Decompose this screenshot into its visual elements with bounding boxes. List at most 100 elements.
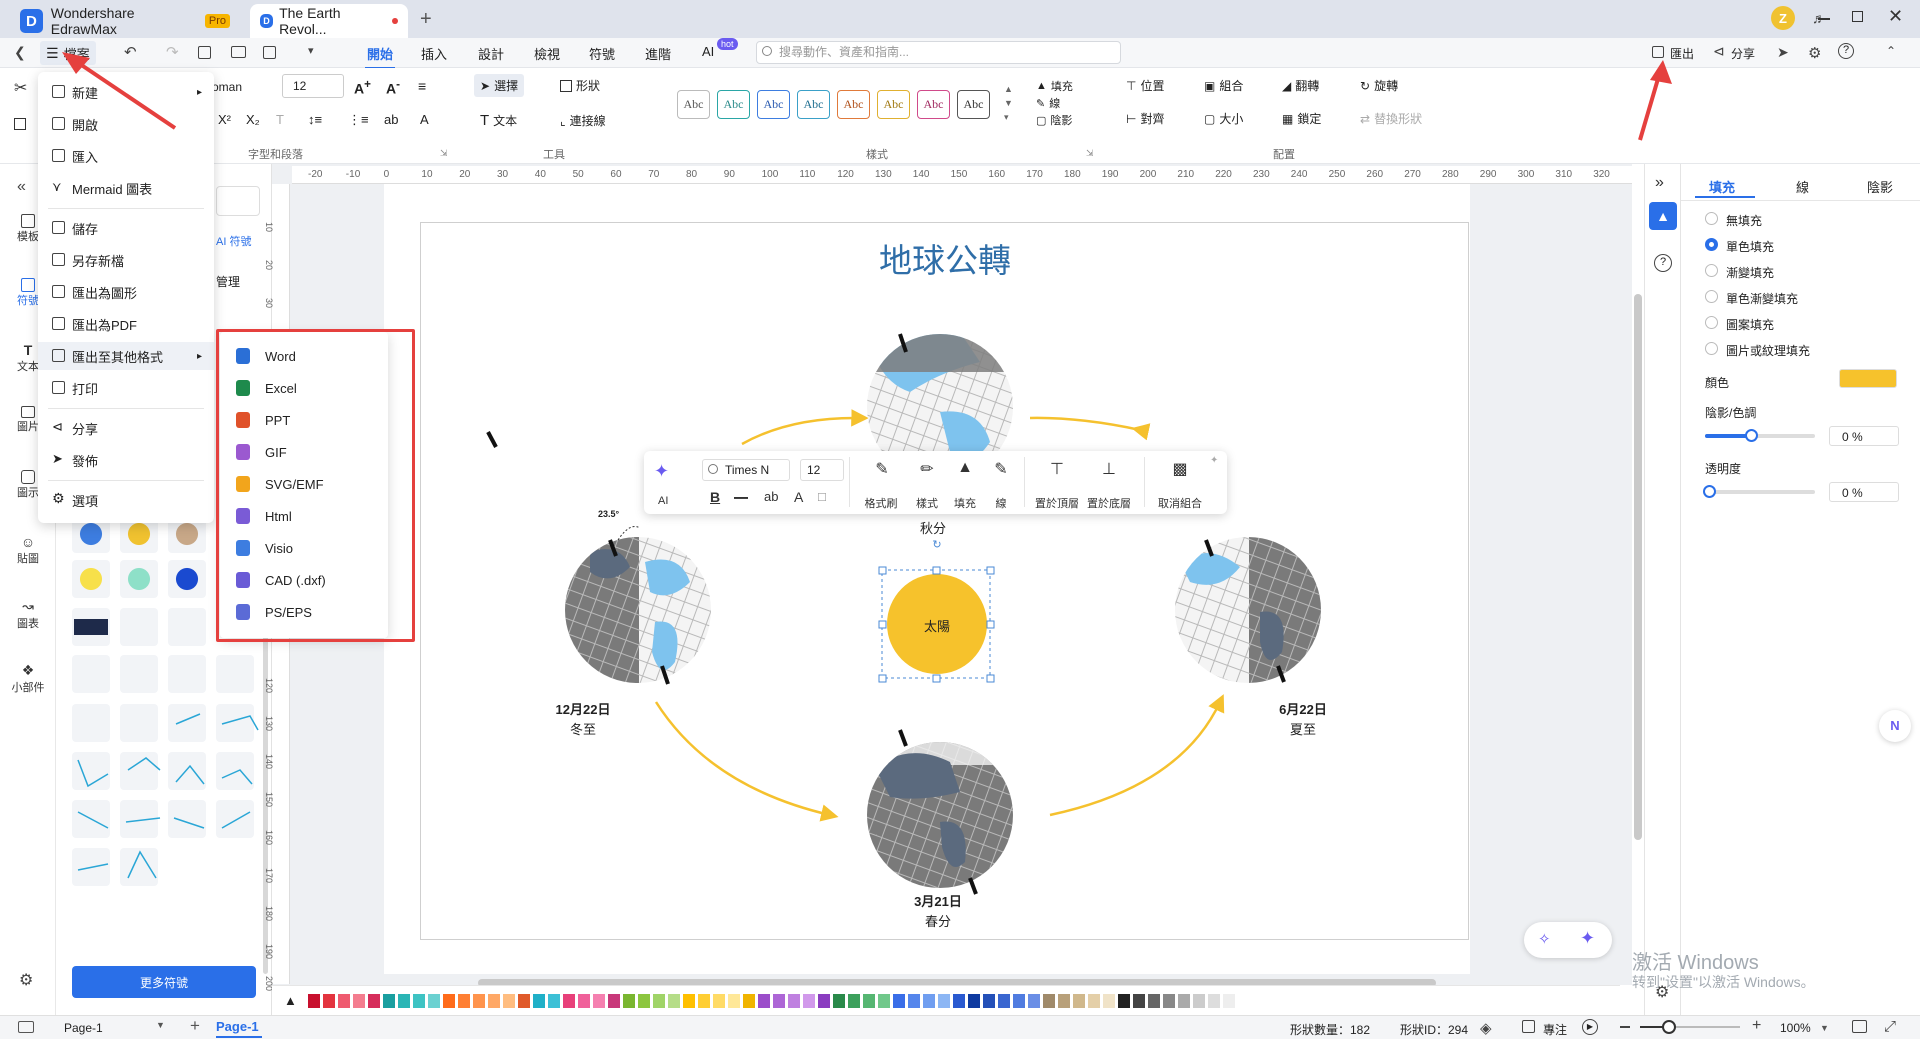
line-pen-icon[interactable]: ✎	[986, 459, 1016, 479]
tilt-angle-label[interactable]: 23.5°	[598, 509, 619, 519]
palette-swatch[interactable]	[1148, 994, 1160, 1008]
menu-save[interactable]: 儲存	[38, 214, 214, 242]
earth-summer-globe[interactable]	[1170, 532, 1330, 692]
palette-swatch[interactable]	[938, 994, 950, 1008]
palette-swatch[interactable]	[518, 994, 530, 1008]
page-list-toggle-icon[interactable]	[18, 1021, 34, 1033]
text-format-icon[interactable]: □	[818, 489, 826, 504]
ai-sparkle-icon[interactable]: ✦	[654, 461, 669, 482]
tab-view[interactable]: 檢視	[534, 44, 560, 63]
palette-swatch[interactable]	[443, 994, 455, 1008]
ai-assist-label[interactable]: AI	[658, 495, 668, 507]
line-label[interactable]: 線	[986, 495, 1016, 511]
flip-button[interactable]: ◢ 翻轉	[1282, 77, 1319, 94]
radio-texture-fill[interactable]	[1705, 342, 1718, 355]
autumn-label[interactable]: 秋分	[920, 518, 946, 537]
publish-icon[interactable]: ➤	[1777, 44, 1789, 61]
search-input[interactable]: 搜尋動作、資產和指南...	[756, 41, 1121, 64]
style-preset-5[interactable]: Abc	[837, 90, 870, 119]
export-icon[interactable]	[1652, 46, 1664, 58]
style-preset-2[interactable]: Abc	[717, 90, 750, 119]
radio-pattern-fill[interactable]	[1705, 316, 1718, 329]
summer-date-label[interactable]: 6月22日	[1268, 699, 1338, 718]
size-button[interactable]: ▢ 大小	[1204, 110, 1243, 127]
align-text-icon[interactable]: ≡	[418, 78, 426, 94]
style-preset-1[interactable]: Abc	[677, 90, 710, 119]
rotate-button[interactable]: ↻ 旋轉	[1360, 77, 1398, 94]
transparency-value-input[interactable]: 0 %	[1829, 482, 1899, 502]
palette-swatch[interactable]	[1013, 994, 1025, 1008]
text-color-icon[interactable]: A	[794, 489, 803, 505]
palette-swatch[interactable]	[638, 994, 650, 1008]
palette-swatch[interactable]	[953, 994, 965, 1008]
bring-to-front-icon[interactable]: ⊤	[1034, 459, 1080, 479]
palette-swatch[interactable]	[593, 994, 605, 1008]
shape-tool-button[interactable]: 形狀	[560, 77, 600, 94]
palette-swatch[interactable]	[503, 994, 515, 1008]
ai-magic-icon[interactable]: ✧	[1538, 930, 1551, 948]
tab-ai[interactable]: AI	[702, 44, 714, 59]
line-spacing-icon[interactable]: ↕≡	[308, 112, 322, 127]
earth-winter-globe[interactable]	[560, 532, 720, 692]
menu-export-other[interactable]: 匯出至其他格式 ▸	[38, 342, 214, 370]
palette-swatch[interactable]	[848, 994, 860, 1008]
palette-swatch[interactable]	[878, 994, 890, 1008]
palette-swatch[interactable]	[1118, 994, 1130, 1008]
send-to-back-icon[interactable]: ⊥	[1086, 459, 1132, 479]
palette-swatch[interactable]	[578, 994, 590, 1008]
tab-fill[interactable]: 填充	[1709, 177, 1735, 196]
palette-swatch[interactable]	[1058, 994, 1070, 1008]
text-case-icon[interactable]: ab	[384, 112, 398, 127]
rotate-handle-icon[interactable]: ↻	[932, 539, 941, 551]
panel-help-icon[interactable]: ?	[1654, 254, 1672, 272]
fill-label[interactable]: 填充	[950, 495, 980, 511]
menu-new[interactable]: 新建 ▸	[38, 78, 214, 106]
export-button[interactable]: 匯出	[1670, 45, 1694, 62]
palette-swatch[interactable]	[773, 994, 785, 1008]
fill-color-swatch[interactable]	[1839, 369, 1897, 388]
expand-panel-icon[interactable]: »	[1655, 174, 1664, 192]
shade-value-input[interactable]: 0 %	[1829, 426, 1899, 446]
settings-gear-icon[interactable]: ⚙	[1808, 44, 1821, 62]
sun-label[interactable]: 太陽	[902, 616, 972, 635]
radio-single-gradient-fill[interactable]	[1705, 290, 1718, 303]
palette-swatch[interactable]	[893, 994, 905, 1008]
palette-swatch[interactable]	[998, 994, 1010, 1008]
transparency-slider-handle[interactable]	[1703, 485, 1716, 498]
palette-swatch[interactable]	[383, 994, 395, 1008]
customize-toolbar-icon[interactable]: ▾	[308, 44, 314, 57]
minimize-button[interactable]	[1818, 18, 1830, 20]
palette-swatch[interactable]	[473, 994, 485, 1008]
palette-swatch[interactable]	[1178, 994, 1190, 1008]
spring-label[interactable]: 春分	[903, 911, 973, 930]
palette-swatch[interactable]	[698, 994, 710, 1008]
palette-swatch[interactable]	[338, 994, 350, 1008]
palette-swatch[interactable]	[1088, 994, 1100, 1008]
format-brush-icon[interactable]: ✎	[862, 459, 902, 479]
font-size-select[interactable]: 12	[282, 74, 344, 98]
palette-swatch[interactable]	[398, 994, 410, 1008]
palette-swatch[interactable]	[428, 994, 440, 1008]
page-dropdown-chevron-icon[interactable]: ▼	[156, 1020, 165, 1030]
palette-swatch[interactable]	[758, 994, 770, 1008]
palette-swatch[interactable]	[623, 994, 635, 1008]
lock-button[interactable]: ▦ 鎖定	[1282, 110, 1321, 127]
menu-export-pdf[interactable]: 匯出為PDF	[38, 310, 214, 338]
style-preset-6[interactable]: Abc	[877, 90, 910, 119]
tab-advanced[interactable]: 進階	[645, 44, 671, 63]
palette-swatch[interactable]	[1133, 994, 1145, 1008]
pin-toolbar-icon[interactable]: ✦	[1210, 455, 1218, 466]
bring-to-front-label[interactable]: 置於頂層	[1034, 495, 1080, 511]
assistant-floating-icon[interactable]: N	[1879, 710, 1911, 742]
menu-share[interactable]: ⊲ 分享	[38, 414, 214, 442]
position-button[interactable]: ⊤ 位置	[1126, 77, 1164, 94]
align-button[interactable]: ⊢ 對齊	[1126, 110, 1164, 127]
zoom-level-dropdown[interactable]: 100%	[1780, 1021, 1811, 1035]
zoom-in-icon[interactable]: +	[1752, 1017, 1761, 1035]
connector-tool-button[interactable]: ⌞ 連接線	[560, 112, 606, 129]
palette-swatch[interactable]	[1163, 994, 1175, 1008]
font-shrink-icon[interactable]: A-	[386, 78, 400, 97]
bullet-list-icon[interactable]: ⋮≡	[348, 112, 369, 128]
palette-swatch[interactable]	[323, 994, 335, 1008]
style-group-expand-icon[interactable]: ⇲	[1086, 148, 1094, 159]
